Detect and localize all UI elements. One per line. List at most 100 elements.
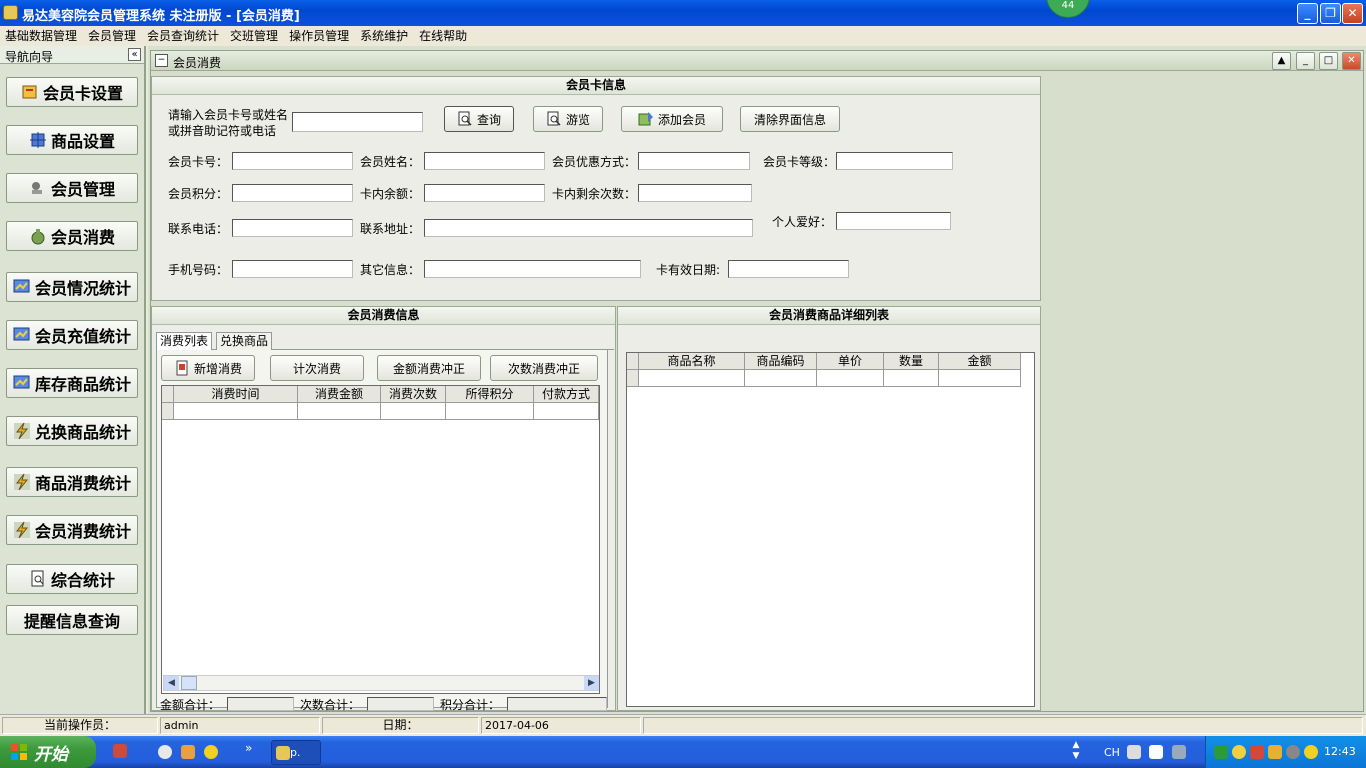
nav-member-stats[interactable]: 会员情况统计: [6, 272, 138, 302]
child-minimize-button[interactable]: _: [1296, 52, 1315, 70]
add-icon[interactable]: [204, 745, 218, 759]
add-member-button[interactable]: 添加会员: [621, 106, 723, 132]
close-button[interactable]: ✕: [1342, 3, 1363, 24]
clear-form-button[interactable]: 清除界面信息: [740, 106, 840, 132]
search-icon: [547, 111, 561, 126]
search-input[interactable]: [292, 112, 423, 132]
child-close-button[interactable]: ✕: [1342, 52, 1361, 70]
network-icon[interactable]: [1214, 745, 1228, 759]
menu-basic-data[interactable]: 基础数据管理: [0, 26, 83, 44]
column-header[interactable]: 商品编码: [745, 353, 817, 370]
ime-icon[interactable]: [1172, 745, 1186, 759]
count-reverse-button[interactable]: 次数消费冲正: [490, 355, 598, 381]
nav-card-settings[interactable]: 会员卡设置: [6, 77, 138, 107]
nav-inventory-stats[interactable]: 库存商品统计: [6, 368, 138, 398]
table-cell[interactable]: [446, 403, 534, 420]
add-icon[interactable]: [1304, 745, 1318, 759]
expiry-date-field[interactable]: [728, 260, 849, 278]
media-icon[interactable]: [181, 745, 195, 759]
points-field[interactable]: [232, 184, 353, 202]
column-header[interactable]: 消费时间: [174, 386, 298, 403]
scroll-right-icon[interactable]: ▶: [584, 676, 599, 690]
column-header[interactable]: 付款方式: [534, 386, 599, 403]
quicklaunch-icon[interactable]: [113, 744, 127, 758]
table-cell[interactable]: [381, 403, 446, 420]
other-info-field[interactable]: [424, 260, 641, 278]
nav-recharge-stats[interactable]: 会员充值统计: [6, 320, 138, 350]
tab-exchange-goods[interactable]: 兑换商品: [216, 332, 273, 350]
table-cell[interactable]: [174, 403, 298, 420]
chevron-icon[interactable]: »: [245, 741, 252, 755]
scroll-thumb[interactable]: [181, 676, 197, 690]
scroll-arrows-icon[interactable]: ▲ ▼: [1070, 740, 1082, 764]
table-cell[interactable]: [534, 403, 599, 420]
menu-member[interactable]: 会员管理: [83, 26, 142, 44]
restore-button[interactable]: ❐: [1320, 3, 1341, 24]
horizontal-scrollbar[interactable]: ◀ ▶: [163, 675, 599, 691]
menu-shift[interactable]: 交班管理: [225, 26, 284, 44]
member-name-field[interactable]: [424, 152, 545, 170]
sum-amount-field: [227, 697, 294, 711]
menu-help[interactable]: 在线帮助: [414, 26, 473, 44]
volume-icon[interactable]: [1286, 745, 1300, 759]
language-indicator[interactable]: CH: [1104, 746, 1120, 759]
query-button[interactable]: 查询: [444, 106, 514, 132]
address-field[interactable]: [424, 219, 753, 237]
shield-icon[interactable]: [1268, 745, 1282, 759]
column-header[interactable]: 单价: [817, 353, 884, 370]
table-cell[interactable]: [298, 403, 381, 420]
lightning-icon: [13, 473, 30, 491]
minimize-button[interactable]: _: [1297, 3, 1318, 24]
phone-field[interactable]: [232, 219, 353, 237]
security-icon[interactable]: [1250, 745, 1264, 759]
table-cell[interactable]: [817, 370, 884, 387]
start-button[interactable]: 开始: [0, 736, 96, 768]
table-cell[interactable]: [884, 370, 939, 387]
table-cell[interactable]: [939, 370, 1021, 387]
nav-member-management[interactable]: 会员管理: [6, 173, 138, 203]
scroll-left-icon[interactable]: ◀: [164, 676, 179, 690]
card-no-field[interactable]: [232, 152, 353, 170]
column-header[interactable]: 消费次数: [381, 386, 446, 403]
browse-button[interactable]: 游览: [533, 106, 603, 132]
nav-product-settings[interactable]: 商品设置: [6, 125, 138, 155]
taskbar-item-app[interactable]: p.: [271, 740, 321, 765]
tab-consume-list[interactable]: 消费列表: [156, 332, 213, 351]
column-header[interactable]: 金额: [939, 353, 1021, 370]
table-row[interactable]: [627, 370, 1021, 387]
nav-member-consume[interactable]: 会员消费: [6, 221, 138, 251]
remaining-count-field[interactable]: [638, 184, 752, 202]
amount-reverse-button[interactable]: 金额消费冲正: [377, 355, 481, 381]
mobile-field[interactable]: [232, 260, 353, 278]
table-cell[interactable]: [639, 370, 745, 387]
column-header[interactable]: 消费金额: [298, 386, 381, 403]
card-level-field[interactable]: [836, 152, 953, 170]
menu-operator[interactable]: 操作员管理: [284, 26, 355, 44]
menu-member-query[interactable]: 会员查询统计: [142, 26, 225, 44]
nav-summary-stats[interactable]: 综合统计: [6, 564, 138, 594]
menu-system[interactable]: 系统维护: [355, 26, 414, 44]
balance-field[interactable]: [424, 184, 545, 202]
hobby-field[interactable]: [836, 212, 951, 230]
nav-reminder-query[interactable]: 提醒信息查询: [6, 605, 138, 635]
nav-member-consume-stats[interactable]: 会员消费统计: [6, 515, 138, 545]
keyboard-icon[interactable]: [1127, 745, 1141, 759]
child-up-button[interactable]: ▲: [1272, 52, 1291, 70]
discount-field[interactable]: [638, 152, 750, 170]
qq-icon[interactable]: [1232, 745, 1246, 759]
table-row[interactable]: [162, 403, 599, 420]
collapse-icon[interactable]: «: [128, 48, 141, 61]
table-cell[interactable]: [745, 370, 817, 387]
column-header[interactable]: 数量: [884, 353, 939, 370]
nav-exchange-stats[interactable]: 兑换商品统计: [6, 416, 138, 446]
clock[interactable]: 12:43: [1324, 745, 1356, 758]
column-header[interactable]: 商品名称: [639, 353, 745, 370]
count-consume-button[interactable]: 计次消费: [270, 355, 364, 381]
new-consume-button[interactable]: 新增消费: [161, 355, 255, 381]
ie-icon[interactable]: [158, 745, 172, 759]
child-window-icon[interactable]: −: [155, 54, 168, 67]
help-icon[interactable]: [1149, 745, 1163, 759]
child-maximize-button[interactable]: □: [1319, 52, 1338, 70]
nav-product-consume-stats[interactable]: 商品消费统计: [6, 467, 138, 497]
column-header[interactable]: 所得积分: [446, 386, 534, 403]
